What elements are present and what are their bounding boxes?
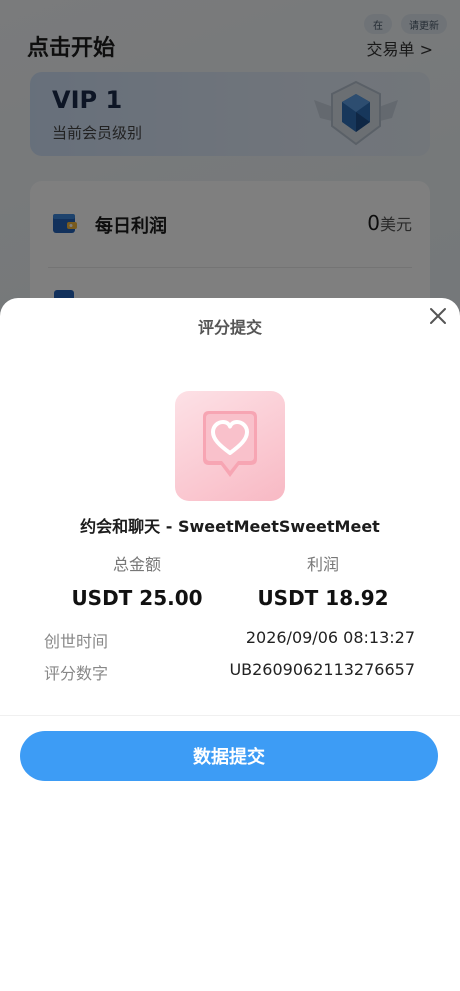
created-time-value: 2026/09/06 08:13:27 (245, 628, 415, 647)
rating-number-label: 评分数字 (44, 664, 109, 683)
product-image (175, 391, 285, 501)
total-amount-label: 总金额 (112, 555, 161, 574)
rating-number-row: 评分数字 UB2609062113276657 (44, 660, 415, 683)
rating-number-value: UB2609062113276657 (229, 660, 415, 679)
heart-icon (203, 411, 257, 477)
profit-label: 利润 (306, 555, 339, 574)
divider (0, 715, 460, 716)
profit-value: USDT 18.92 (257, 586, 389, 610)
product-name: 约会和聊天 - SweetMeetSweetMeet (80, 517, 380, 536)
sheet-title: 评分提交 (197, 318, 262, 337)
submit-button[interactable]: 数据提交 (20, 731, 438, 781)
profit-amount: 利润 USDT 18.92 (238, 554, 408, 610)
close-icon[interactable] (426, 304, 450, 328)
rating-submit-sheet: 评分提交 约会和聊天 - SweetMeetSweetMeet 总金额 USDT… (0, 298, 460, 991)
created-time-label: 创世时间 (44, 632, 109, 651)
total-amount: 总金额 USDT 25.00 (52, 554, 222, 610)
total-amount-value: USDT 25.00 (71, 586, 203, 610)
created-time-row: 创世时间 2026/09/06 08:13:27 (44, 628, 415, 651)
